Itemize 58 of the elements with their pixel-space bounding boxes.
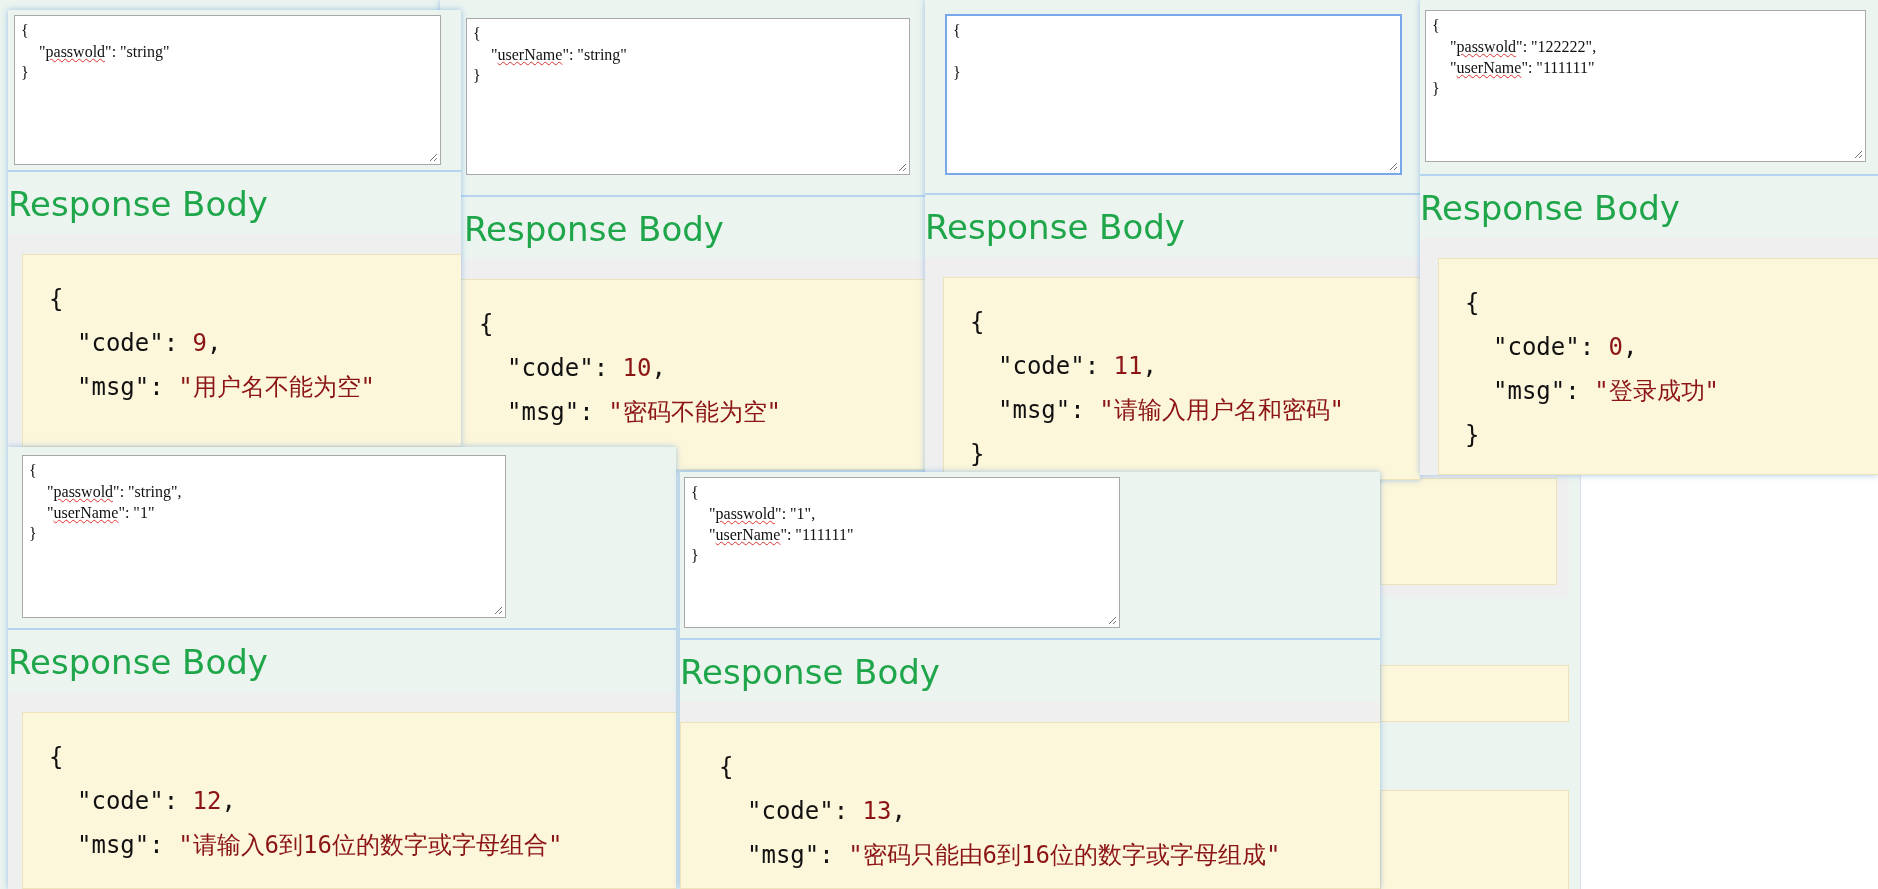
json-text: }: [21, 64, 29, 81]
json-text: "passwold": "string": [38, 43, 170, 60]
resize-handle-icon[interactable]: [428, 152, 438, 162]
code-line: }: [1465, 421, 1480, 449]
code-line: "code": 0,: [1492, 333, 1638, 361]
json-text: }: [473, 67, 481, 84]
code-line: {: [479, 310, 494, 338]
resize-handle-icon[interactable]: [493, 605, 503, 615]
json-text: "passwold": "122222",: [1449, 38, 1597, 55]
code-line: "code": 12,: [76, 787, 236, 815]
section-heading: Response Body: [8, 183, 268, 226]
code-line: "msg": "用户名不能为空": [76, 373, 376, 401]
json-text: "userName": "111111": [1449, 59, 1595, 76]
section-heading: Response Body: [8, 641, 268, 684]
code-line: {: [49, 285, 64, 313]
resize-handle-icon[interactable]: [1388, 161, 1398, 171]
code-line: {: [49, 743, 64, 771]
json-text: {: [473, 25, 481, 42]
resize-handle-icon[interactable]: [1107, 615, 1117, 625]
section-heading: Response Body: [925, 206, 1185, 249]
section-heading: Response Body: [464, 208, 724, 251]
code-line: {: [970, 308, 985, 336]
code-line: "msg": "密码只能由6到16位的数字或字母组成": [746, 841, 1281, 869]
code-line: }: [970, 440, 985, 468]
request-body-field[interactable]: { "userName": "string" }: [466, 18, 910, 175]
request-body-field[interactable]: { "passwold": "string" }: [14, 15, 441, 165]
json-text: "passwold": "1",: [708, 505, 816, 522]
json-text: }: [953, 64, 961, 81]
json-text: "userName": "string": [490, 46, 627, 63]
code-line: "code": 11,: [997, 352, 1157, 380]
request-body-field[interactable]: { "passwold": "1", "userName": "111111" }: [684, 477, 1120, 628]
code-line: "msg": "登录成功": [1492, 377, 1720, 405]
json-text: }: [691, 547, 699, 564]
json-text: }: [29, 525, 37, 542]
json-text: }: [1432, 80, 1440, 97]
request-body-field[interactable]: { "passwold": "122222", "userName": "111111" }: [1425, 10, 1866, 162]
json-text: {: [691, 484, 699, 501]
json-text: {: [1432, 17, 1440, 34]
json-text: {: [21, 22, 29, 39]
json-text: {: [953, 22, 961, 39]
resize-handle-icon[interactable]: [897, 162, 907, 172]
code-line: "msg": "请输入6到16位的数字或字母组合": [76, 831, 563, 859]
request-body-field[interactable]: { "passwold": "string", "userName": "1" }: [22, 455, 506, 618]
json-text: "userName": "1": [46, 504, 155, 521]
code-line: "code": 13,: [746, 797, 906, 825]
code-line: "msg": "请输入用户名和密码": [997, 396, 1345, 424]
section-heading: Response Body: [680, 651, 940, 694]
code-line: "code": 9,: [76, 329, 222, 357]
json-text: "passwold": "string",: [46, 483, 182, 500]
request-body-field[interactable]: { }: [945, 14, 1402, 175]
resize-handle-icon[interactable]: [1853, 149, 1863, 159]
section-heading: Response Body: [1420, 187, 1680, 230]
json-text: "userName": "111111": [708, 526, 854, 543]
json-text: {: [29, 462, 37, 479]
code-line: "code": 10,: [506, 354, 666, 382]
code-line: "msg": "密码不能为空": [506, 398, 782, 426]
code-line: {: [719, 753, 734, 781]
code-line: {: [1465, 289, 1480, 317]
